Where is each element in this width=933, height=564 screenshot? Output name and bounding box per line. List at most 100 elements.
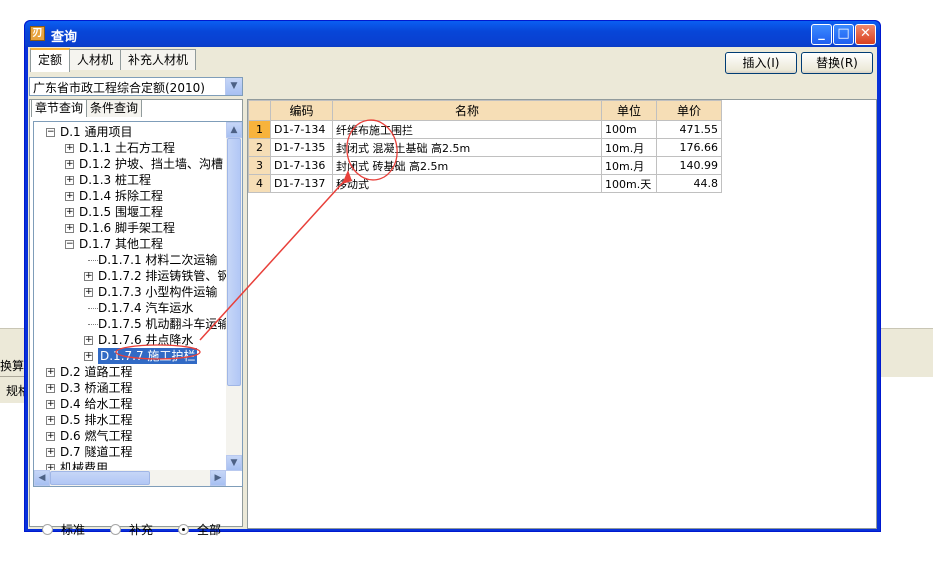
expand-icon[interactable]: + <box>65 192 74 201</box>
column-header-unit[interactable]: 单位 <box>601 100 657 121</box>
tree-connector <box>88 324 98 325</box>
expand-icon[interactable]: + <box>65 224 74 233</box>
table-row[interactable]: 1 D1-7-134 纤维布施工围拦 100m 471.55 <box>248 120 722 139</box>
tree-node-label: D.1.4 拆除工程 <box>79 189 163 203</box>
quota-grid[interactable]: 编码 名称 单位 单价 1 D1-7-134 纤维布施工围拦 100m 471.55 2 D… <box>247 99 877 529</box>
tree-node-label: D.1.6 脚手架工程 <box>79 221 175 235</box>
collapse-icon[interactable]: − <box>46 128 55 137</box>
tab-supplement-material[interactable]: 补充人材机 <box>120 49 197 70</box>
app-icon: 刃 <box>30 26 45 41</box>
collapse-icon[interactable]: − <box>65 240 74 249</box>
cell-code[interactable]: D1-7-134 <box>270 120 333 139</box>
radio-all[interactable] <box>178 523 190 535</box>
cell-name[interactable]: 封闭式 砖基础 高2.5m <box>332 156 602 175</box>
tree-node-label: D.1.1 土石方工程 <box>79 141 175 155</box>
window-title: 查询 <box>51 30 78 45</box>
filter-radio-group: 标准 补充 全部 <box>42 521 246 537</box>
maximize-button[interactable]: □ <box>833 24 854 45</box>
main-tabs: 定额 人材机 补充人材机 <box>30 48 197 72</box>
tree-node-label: D.7 隧道工程 <box>60 445 133 459</box>
table-row[interactable]: 4 D1-7-137 移动式 100m.天 44.8 <box>248 174 722 193</box>
scroll-up-icon[interactable]: ▲ <box>226 122 242 138</box>
tree-node-label: D.1.7.1 材料二次运输 <box>98 253 218 267</box>
cell-price[interactable]: 44.8 <box>656 174 722 193</box>
tab-chapter-query[interactable]: 章节查询 <box>31 99 88 117</box>
row-number[interactable]: 3 <box>248 156 271 175</box>
expand-icon[interactable]: + <box>46 368 55 377</box>
column-header-index <box>248 100 271 121</box>
radio-supplement-label: 补充 <box>129 522 154 537</box>
expand-icon[interactable]: + <box>65 160 74 169</box>
expand-icon[interactable]: + <box>84 352 93 361</box>
row-number[interactable]: 2 <box>248 138 271 157</box>
radio-all-label: 全部 <box>197 522 222 537</box>
radio-supplement[interactable] <box>110 523 122 535</box>
cell-unit[interactable]: 100m <box>601 120 657 139</box>
column-header-code[interactable]: 编码 <box>270 100 333 121</box>
expand-icon[interactable]: + <box>46 400 55 409</box>
tree-node-label: D.1.3 桩工程 <box>79 173 151 187</box>
horizontal-scroll-thumb[interactable] <box>50 471 150 485</box>
quota-library-select[interactable]: 广东省市政工程综合定额(2010) ▼ <box>29 77 243 96</box>
tree-vertical-scrollbar[interactable]: ▲ ▼ <box>226 122 242 471</box>
chapter-tree[interactable]: − D.1 通用项目 + D.1.1 土石方工程 + D.1.2 护坡、挡土墙、沟槽 + D.… <box>33 121 243 487</box>
cell-unit[interactable]: 100m.天 <box>601 174 657 193</box>
minimize-button[interactable]: _ <box>811 24 832 45</box>
column-header-name[interactable]: 名称 <box>332 100 602 121</box>
expand-icon[interactable]: + <box>65 144 74 153</box>
query-dialog: 刃 查询 _ □ ✕ 定额 人材机 补充人材机 插入(I) 替换(R) 广东省市… <box>24 20 881 537</box>
expand-icon[interactable]: + <box>65 176 74 185</box>
tree-node-label: D.4 给水工程 <box>60 397 133 411</box>
table-header: 编码 名称 单位 单价 <box>248 100 722 121</box>
tree-node-label: D.6 燃气工程 <box>60 429 133 443</box>
expand-icon[interactable]: + <box>46 384 55 393</box>
cell-name[interactable]: 纤维布施工围拦 <box>332 120 602 139</box>
tab-labor-material[interactable]: 人材机 <box>69 49 122 70</box>
cell-price[interactable]: 176.66 <box>656 138 722 157</box>
expand-icon[interactable]: + <box>46 448 55 457</box>
table-row[interactable]: 2 D1-7-135 封闭式 混凝土基础 高2.5m 10m.月 176.66 <box>248 138 722 157</box>
cell-price[interactable]: 471.55 <box>656 120 722 139</box>
scroll-thumb[interactable] <box>227 138 241 386</box>
table-row[interactable]: 3 D1-7-136 封闭式 砖基础 高2.5m 10m.月 140.99 <box>248 156 722 175</box>
tree-node-label: D.1.7.6 井点降水 <box>98 333 194 347</box>
expand-icon[interactable]: + <box>84 272 93 281</box>
title-bar[interactable]: 刃 查询 _ □ ✕ <box>25 21 880 47</box>
expand-icon[interactable]: + <box>65 208 74 217</box>
tree-node-label: D.5 排水工程 <box>60 413 133 427</box>
tree-node-label: D.1.7.5 机动翻斗车运输 <box>98 317 230 331</box>
cell-unit[interactable]: 10m.月 <box>601 156 657 175</box>
column-header-price[interactable]: 单价 <box>656 100 722 121</box>
tree-node-label: D.1.7.3 小型构件运输 <box>98 285 218 299</box>
expand-icon[interactable]: + <box>46 416 55 425</box>
tab-quota[interactable]: 定额 <box>30 48 71 72</box>
tree-connector <box>88 308 98 309</box>
scroll-down-icon[interactable]: ▼ <box>226 455 242 471</box>
tab-condition-query[interactable]: 条件查询 <box>86 99 143 117</box>
replace-button[interactable]: 替换(R) <box>801 52 873 74</box>
cell-unit[interactable]: 10m.月 <box>601 138 657 157</box>
row-number[interactable]: 1 <box>248 120 271 139</box>
close-button[interactable]: ✕ <box>855 24 876 45</box>
cell-name[interactable]: 移动式 <box>332 174 602 193</box>
chevron-down-icon[interactable]: ▼ <box>225 78 242 95</box>
insert-button[interactable]: 插入(I) <box>725 52 797 74</box>
cell-price[interactable]: 140.99 <box>656 156 722 175</box>
tree-horizontal-scrollbar[interactable]: ◀ ▶ <box>34 470 226 486</box>
scroll-right-icon[interactable]: ▶ <box>210 470 226 486</box>
cell-code[interactable]: D1-7-135 <box>270 138 333 157</box>
expand-icon[interactable]: + <box>84 336 93 345</box>
cell-code[interactable]: D1-7-137 <box>270 174 333 193</box>
expand-icon[interactable]: + <box>84 288 93 297</box>
radio-standard-label: 标准 <box>61 522 86 537</box>
radio-standard[interactable] <box>42 523 53 535</box>
expand-icon[interactable]: + <box>46 432 55 441</box>
tree-node-label: D.1.7.2 排运铸铁管、钢 <box>98 269 230 283</box>
cell-code[interactable]: D1-7-136 <box>270 156 333 175</box>
tree-connector <box>88 260 98 261</box>
quota-table: 编码 名称 单位 单价 1 D1-7-134 纤维布施工围拦 100m 471.55 2 D… <box>248 100 722 193</box>
scroll-left-icon[interactable]: ◀ <box>34 470 50 486</box>
query-subtabs: 章节查询 条件查询 <box>31 99 143 117</box>
row-number[interactable]: 4 <box>248 174 271 193</box>
cell-name[interactable]: 封闭式 混凝土基础 高2.5m <box>332 138 602 157</box>
